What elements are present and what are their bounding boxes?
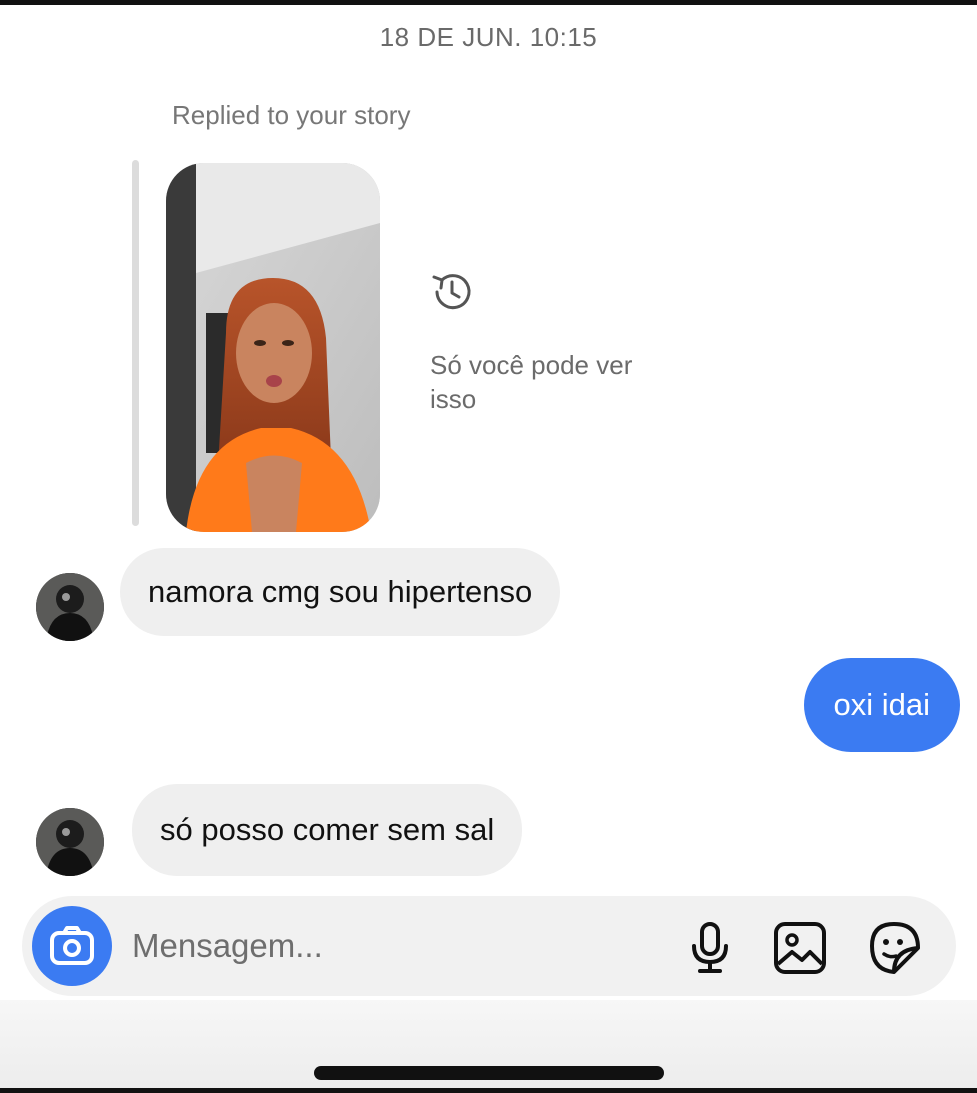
date-separator: 18 DE JUN. 10:15 <box>379 22 598 52</box>
message-input[interactable] <box>132 922 552 970</box>
message-composer <box>22 896 956 996</box>
bottom-border <box>0 1088 977 1093</box>
story-thumbnail[interactable] <box>166 163 380 532</box>
avatar[interactable] <box>36 573 104 641</box>
reply-quote-bar <box>132 160 139 526</box>
microphone-icon[interactable] <box>680 918 740 978</box>
avatar[interactable] <box>36 808 104 876</box>
gallery-icon[interactable] <box>770 918 830 978</box>
message-bubble-outgoing[interactable]: oxi idai <box>803 658 960 752</box>
top-border <box>0 0 977 5</box>
home-indicator[interactable] <box>314 1066 664 1080</box>
message-bubble-incoming[interactable]: só posso comer sem sal <box>132 784 523 876</box>
story-reply-label: Replied to your story <box>172 100 411 130</box>
history-icon <box>432 274 471 310</box>
message-bubble-incoming[interactable]: namora cmg sou hipertenso <box>120 548 561 636</box>
camera-button[interactable] <box>32 906 112 986</box>
only-you-notice: Só você pode ver isso <box>430 350 633 414</box>
camera-icon <box>50 926 94 965</box>
sticker-icon[interactable] <box>864 918 924 978</box>
